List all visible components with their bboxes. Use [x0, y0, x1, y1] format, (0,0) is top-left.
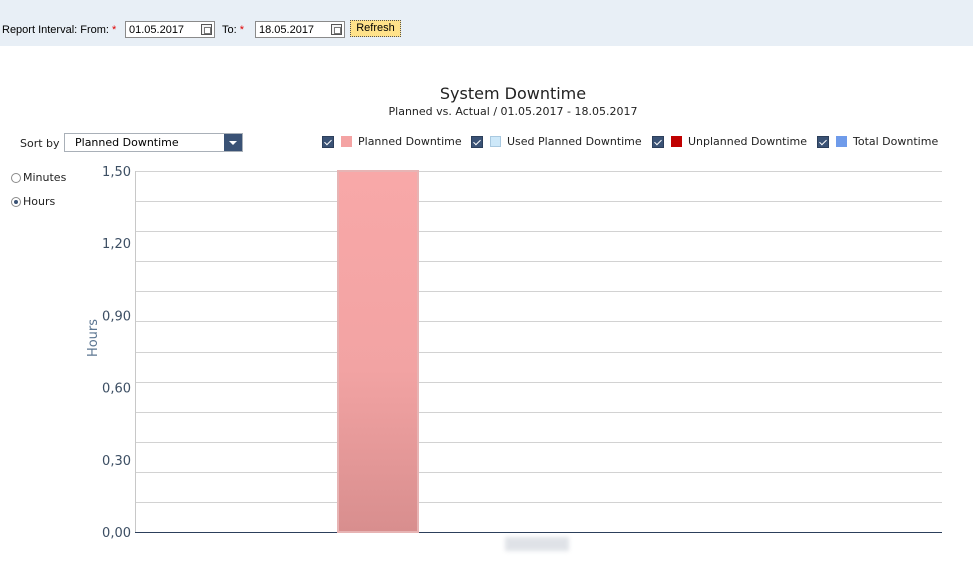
y-tick-label: 0,60 — [102, 382, 131, 397]
legend-swatch — [490, 136, 501, 147]
sort-select-value: Planned Downtime — [75, 136, 179, 149]
chart-subtitle: Planned vs. Actual / 01.05.2017 - 18.05.… — [388, 105, 638, 118]
y-axis-label: Hours — [86, 319, 101, 357]
sort-select[interactable]: Planned Downtime — [64, 133, 243, 152]
calendar-icon[interactable] — [201, 24, 212, 35]
y-tick-label: 0,30 — [102, 454, 131, 469]
y-tick-label: 1,50 — [102, 165, 131, 180]
calendar-icon[interactable] — [331, 24, 342, 35]
refresh-button[interactable]: Refresh — [350, 20, 401, 37]
y-tick-label: 0,90 — [102, 309, 131, 324]
checkbox-checked-icon[interactable] — [652, 136, 664, 148]
checkbox-checked-icon[interactable] — [322, 136, 334, 148]
to-date-value: 18.05.2017 — [259, 24, 315, 36]
legend-swatch — [836, 136, 847, 147]
checkbox-checked-icon[interactable] — [471, 136, 483, 148]
radio-hours[interactable]: Hours — [11, 195, 55, 208]
radio-circle-icon[interactable] — [11, 173, 21, 183]
bar-planned-downtime[interactable] — [337, 170, 419, 533]
radio-circle-selected-icon[interactable] — [11, 197, 21, 207]
to-label: To: * — [222, 24, 244, 36]
legend-swatch — [341, 136, 352, 147]
y-tick-label: 1,20 — [102, 237, 131, 252]
y-tick-label: 0,00 — [102, 526, 131, 541]
x-axis-category-label-blurred — [505, 537, 569, 551]
report-interval-bar: Report Interval: From: * 01.05.2017 To: * … — [0, 0, 973, 46]
from-label: Report Interval: From: * — [2, 24, 117, 36]
sort-label: Sort by — [20, 137, 60, 150]
chevron-down-icon[interactable] — [224, 134, 242, 151]
from-date-value: 01.05.2017 — [129, 24, 185, 36]
from-date-field[interactable]: 01.05.2017 — [125, 21, 215, 38]
radio-minutes[interactable]: Minutes — [11, 171, 66, 184]
legend-swatch — [671, 136, 682, 147]
to-date-field[interactable]: 18.05.2017 — [255, 21, 345, 38]
checkbox-checked-icon[interactable] — [817, 136, 829, 148]
chart-title: System Downtime — [439, 84, 587, 103]
